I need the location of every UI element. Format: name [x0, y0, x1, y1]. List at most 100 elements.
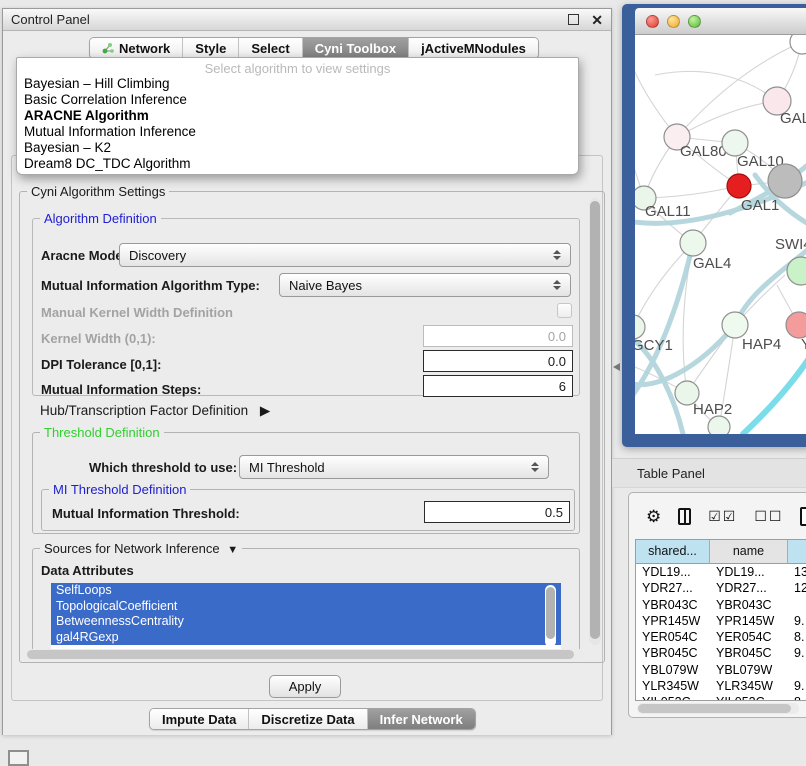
mi-type-value: Naive Bayes — [289, 278, 362, 293]
mi-threshold-group: MI Threshold Definition Mutual Informati… — [41, 489, 575, 531]
network-node-gal[interactable]: GAL — [763, 87, 806, 127]
network-graph[interactable]: GALGAL80GAL10GAL1GAL11GAL4SWI4GCY1HAP4YH… — [635, 35, 806, 434]
column-header-shared-[interactable]: shared... — [636, 540, 710, 564]
table-horizontal-scrollbar-thumb[interactable] — [638, 704, 791, 713]
tab-discretize-data[interactable]: Discretize Data — [248, 709, 366, 729]
algorithm-option-aracne-algorithm[interactable]: ARACNE Algorithm — [17, 108, 578, 124]
network-node-hap4[interactable]: HAP4 — [722, 312, 781, 353]
attribute-item-betweennesscentrality[interactable]: BetweennessCentrality — [51, 614, 561, 630]
table-cell: YDL19... — [636, 564, 710, 580]
table-cell: YER054C — [710, 629, 788, 645]
column-header-a[interactable]: A — [788, 540, 806, 564]
table-row[interactable]: YPR145WYPR145W9. — [636, 613, 806, 629]
tab-network[interactable]: Network — [90, 38, 182, 58]
control-panel-titlebar[interactable]: Control Panel ✕ — [3, 9, 611, 31]
mi-algorithm-type-combo[interactable]: Naive Bayes — [279, 273, 571, 297]
network-canvas[interactable]: GALGAL80GAL10GAL1GAL11GAL4SWI4GCY1HAP4YH… — [635, 35, 806, 434]
table-cell: 8. — [788, 629, 806, 645]
node-table[interactable]: shared...nameAYDL19...YDL19...13YDR27...… — [635, 539, 806, 701]
attribute-list-scrollbar[interactable] — [545, 585, 556, 647]
table-cell: 8. — [788, 694, 806, 701]
kernel-width-field[interactable]: 0.0 — [423, 325, 573, 347]
settings-vertical-scrollbar-thumb[interactable] — [590, 201, 600, 639]
table-row[interactable]: YBR045CYBR045C9. — [636, 645, 806, 661]
columns-icon[interactable] — [678, 508, 691, 525]
hub-expander[interactable]: Hub/Transcription Factor Definition ▶ — [40, 403, 270, 419]
mi-steps-field[interactable]: 6 — [423, 375, 573, 397]
attribute-item-topologicalcoefficient[interactable]: TopologicalCoefficient — [51, 599, 561, 615]
manual-kernel-checkbox[interactable] — [557, 303, 572, 318]
tab-select[interactable]: Select — [238, 38, 301, 58]
which-threshold-value: MI Threshold — [249, 460, 325, 475]
mi-threshold-field[interactable]: 0.5 — [424, 501, 570, 523]
algorithm-popup-list: Bayesian – Hill ClimbingBasic Correlatio… — [17, 76, 578, 172]
network-icon — [102, 42, 114, 54]
close-traffic-light-icon[interactable] — [646, 15, 659, 28]
export-table-icon[interactable] — [800, 507, 806, 526]
algorithm-option-mutual-information-inference[interactable]: Mutual Information Inference — [17, 124, 578, 140]
dpi-tolerance-field[interactable]: 0.0 — [423, 350, 573, 372]
table-row[interactable]: YIL052CYIL052C8. — [636, 694, 806, 701]
sources-legend[interactable]: Sources for Network Inference ▼ — [40, 541, 242, 556]
table-row[interactable]: YDL19...YDL19...13 — [636, 564, 806, 580]
node-label: HAP2 — [693, 401, 732, 418]
table-cell: 12 — [788, 580, 806, 596]
attribute-list-scrollbar-thumb[interactable] — [546, 587, 555, 639]
mi-threshold-legend: MI Threshold Definition — [49, 482, 190, 497]
settings-horizontal-scrollbar[interactable] — [25, 649, 584, 660]
network-node-gal80[interactable]: GAL80 — [664, 124, 727, 160]
tab-style[interactable]: Style — [182, 38, 238, 58]
apply-button[interactable]: Apply — [269, 675, 341, 698]
network-node-gal11[interactable]: GAL11 — [635, 186, 691, 220]
table-cell: YBL079W — [710, 662, 788, 678]
data-attributes-list[interactable]: SelfLoopsTopologicalCoefficientBetweenne… — [51, 583, 561, 649]
table-cell: YIL052C — [710, 694, 788, 701]
collapsed-panel-icon[interactable] — [8, 750, 29, 766]
splitter-handle-icon[interactable] — [613, 363, 620, 371]
table-cell: YDR27... — [636, 580, 710, 596]
tab-infer-network[interactable]: Infer Network — [367, 709, 475, 729]
algorithm-option-basic-correlation-inference[interactable]: Basic Correlation Inference — [17, 92, 578, 108]
tab-impute-data[interactable]: Impute Data — [150, 709, 248, 729]
table-panel-titlebar[interactable]: Table Panel — [612, 458, 806, 488]
table-row[interactable]: YBR043CYBR043C — [636, 597, 806, 613]
table-cell: YBR045C — [636, 645, 710, 661]
network-view-window: GALGAL80GAL10GAL1GAL11GAL4SWI4GCY1HAP4YH… — [622, 4, 806, 447]
mi-steps-value: 6 — [559, 379, 566, 394]
select-all-checkboxes-icon[interactable]: ☑☑ — [708, 509, 737, 523]
tab-jactivemnodules[interactable]: jActiveMNodules — [408, 38, 538, 58]
column-header-name[interactable]: name — [710, 540, 788, 564]
network-node[interactable] — [708, 416, 730, 434]
network-node-gal10[interactable]: GAL10 — [722, 130, 784, 170]
settings-vertical-scrollbar[interactable] — [589, 198, 601, 645]
attribute-item-gal4rgexp[interactable]: gal4RGexp — [51, 630, 561, 646]
minimize-traffic-light-icon[interactable] — [667, 15, 680, 28]
settings-horizontal-scrollbar-thumb[interactable] — [27, 650, 574, 659]
table-row[interactable]: YBL079WYBL079W — [636, 662, 806, 678]
float-window-icon[interactable] — [568, 14, 579, 25]
table-cell — [788, 597, 806, 613]
zoom-traffic-light-icon[interactable] — [688, 15, 701, 28]
aracne-mode-combo[interactable]: Discovery — [119, 243, 571, 267]
table-row[interactable]: YER054CYER054C8. — [636, 629, 806, 645]
gear-icon[interactable]: ⚙ — [646, 508, 661, 525]
tab-cyni-toolbox[interactable]: Cyni Toolbox — [302, 38, 408, 58]
network-node[interactable] — [768, 164, 802, 198]
algorithm-option-bayesian-k2[interactable]: Bayesian – K2 — [17, 140, 578, 156]
deselect-all-checkboxes-icon[interactable]: ☐☐ — [754, 509, 783, 523]
table-row[interactable]: YDR27...YDR27...12 — [636, 580, 806, 596]
tab-label: Select — [251, 41, 289, 56]
algorithm-option-bayesian-hill-climbing[interactable]: Bayesian – Hill Climbing — [17, 76, 578, 92]
table-row[interactable]: YLR345WYLR345W9. — [636, 678, 806, 694]
attribute-item-selfloops[interactable]: SelfLoops — [51, 583, 561, 599]
algorithm-option-dream8-dc-tdc-algorithm[interactable]: Dream8 DC_TDC Algorithm — [17, 156, 578, 172]
network-node[interactable] — [790, 35, 806, 54]
network-window-titlebar[interactable] — [635, 8, 806, 35]
table-horizontal-scrollbar[interactable] — [637, 703, 799, 714]
network-node-y[interactable]: Y — [786, 312, 806, 353]
table-cell: YLR345W — [636, 678, 710, 694]
close-icon[interactable]: ✕ — [591, 13, 603, 27]
which-threshold-combo[interactable]: MI Threshold — [239, 455, 549, 479]
tab-label: Network — [119, 41, 170, 56]
table-cell: YER054C — [636, 629, 710, 645]
